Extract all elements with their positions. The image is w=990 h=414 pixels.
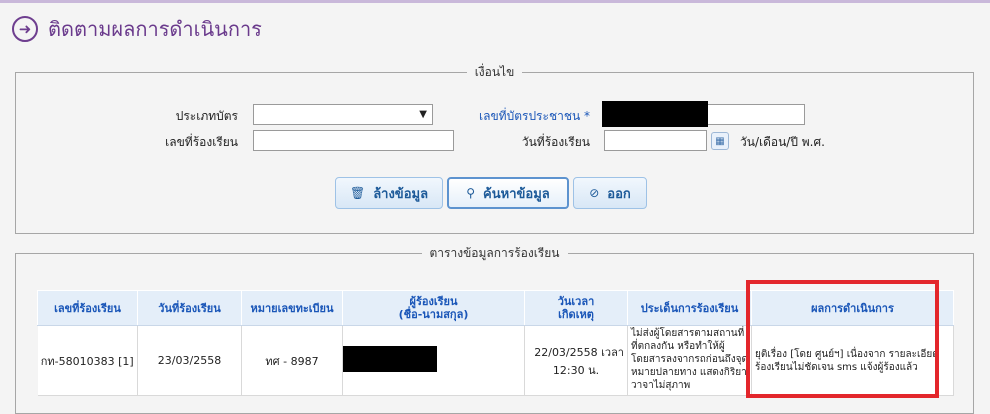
- col-complainant[interactable]: ผู้ร้องเรียน (ชื่อ-นามสกุล): [342, 290, 525, 326]
- col-datetime-line1: วันเวลา: [557, 295, 595, 308]
- arrow-right-circle-icon: ➜: [12, 16, 38, 42]
- col-complaint-no[interactable]: เลขที่ร้องเรียน: [37, 290, 138, 326]
- col-incident-datetime[interactable]: วันเวลา เกิดเหตุ: [524, 290, 628, 326]
- cell-incident-datetime: 22/03/2558 เวลา 12:30 น.: [524, 325, 628, 396]
- col-complainant-line2: (ชื่อ-นามสกุล): [398, 308, 469, 321]
- id-number-label: เลขที่บัตรประชาชน *: [479, 109, 590, 123]
- cell-complaint-date: 23/03/2558: [137, 325, 242, 396]
- col-complaint-date[interactable]: วันที่ร้องเรียน: [137, 290, 242, 326]
- col-plate-no[interactable]: หมายเลขทะเบียน: [241, 290, 343, 326]
- clear-button-label: ล้างข้อมูล: [373, 186, 429, 202]
- complaint-no-label: เลขที่ร้องเรียน: [165, 135, 238, 149]
- cell-complainant: [342, 325, 525, 396]
- col-complainant-line1: ผู้ร้องเรียน: [409, 295, 458, 308]
- ban-icon: ⊘: [589, 186, 600, 200]
- grid-legend: ตารางข้อมูลการร้องเรียน: [429, 246, 560, 260]
- redacted-id-number: [602, 101, 708, 127]
- complaint-date-input[interactable]: [604, 130, 707, 151]
- top-border: [0, 0, 990, 3]
- clear-button[interactable]: 🗑 ล้างข้อมูล: [335, 177, 443, 209]
- col-datetime-line2: เกิดเหตุ: [558, 308, 594, 321]
- exit-button-label: ออก: [607, 186, 631, 202]
- conditions-legend: เงื่อนไข: [474, 65, 515, 79]
- exit-button[interactable]: ⊘ ออก: [573, 177, 647, 209]
- cell-datetime-line2: 12:30 น.: [552, 363, 600, 377]
- search-icon: ⚲: [466, 186, 476, 200]
- complaint-no-input[interactable]: [253, 130, 454, 151]
- search-button-label: ค้นหาข้อมูล: [483, 186, 550, 202]
- result-highlight-box: [746, 280, 939, 398]
- card-type-label: ประเภทบัตร: [175, 109, 238, 123]
- trash-icon: 🗑: [349, 186, 366, 200]
- cell-issue: ไม่ส่งผู้โดยสารตามสถานที่ที่ตกลงกัน หรือ…: [627, 325, 752, 396]
- search-button[interactable]: ⚲ ค้นหาข้อมูล: [447, 177, 569, 209]
- redacted-complainant-name: [343, 346, 437, 372]
- page-title: ติดตามผลการดำเนินการ: [48, 17, 262, 41]
- col-issue[interactable]: ประเด็นการร้องเรียน: [627, 290, 752, 326]
- calendar-icon[interactable]: ▦: [711, 132, 729, 150]
- cell-complaint-no: กท-58010383 [1]: [37, 325, 138, 396]
- cell-plate-no: ทศ - 8987: [241, 325, 343, 396]
- cell-datetime-line1: 22/03/2558 เวลา: [534, 345, 624, 359]
- complaint-date-label: วันที่ร้องเรียน: [521, 135, 590, 149]
- card-type-select[interactable]: ▼: [253, 104, 433, 125]
- page-header: ➜ ติดตามผลการดำเนินการ: [12, 14, 262, 44]
- date-format-hint: วัน/เดือน/ปี พ.ศ.: [740, 135, 825, 149]
- dropdown-arrow-icon: ▼: [419, 109, 427, 120]
